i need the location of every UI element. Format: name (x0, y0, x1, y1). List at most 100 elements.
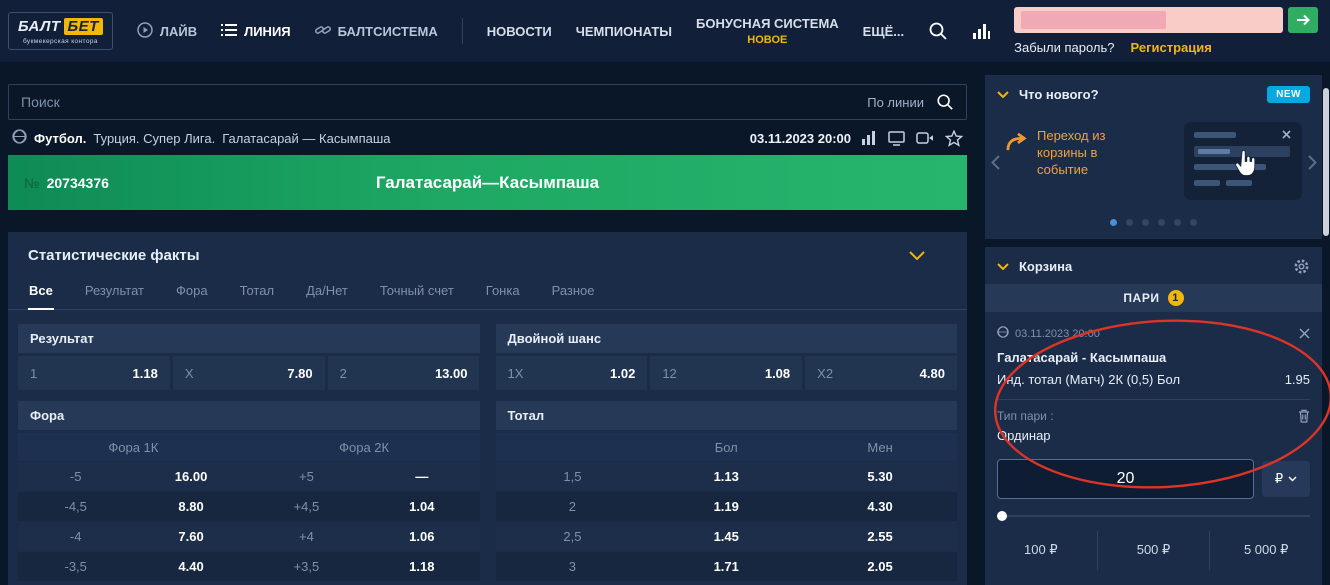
tab-total[interactable]: Тотал (239, 276, 276, 309)
menu-news[interactable]: НОВОСТИ (487, 24, 552, 39)
register-link[interactable]: Регистрация (1131, 40, 1212, 55)
handicap-cell[interactable]: -516.00 (18, 469, 249, 484)
search-submit-icon[interactable] (936, 93, 954, 111)
chevron-down-icon[interactable] (997, 91, 1009, 98)
handicap-cell[interactable]: +5— (249, 469, 480, 484)
nav-line[interactable]: ЛИНИЯ (221, 23, 291, 40)
tab-race[interactable]: Гонка (485, 276, 521, 309)
total-over-cell[interactable]: 1.19 (649, 499, 803, 514)
markets-panel: Статистические факты Все Результат Фора … (8, 232, 967, 585)
slider-handle[interactable] (997, 511, 1007, 521)
carousel-slide[interactable]: Переход из корзины в событие (1003, 118, 1304, 207)
nav-live[interactable]: ЛАЙВ (137, 22, 197, 41)
tab-handicap[interactable]: Фора (175, 276, 209, 309)
event-stats-icon[interactable] (862, 131, 877, 145)
total-over-cell[interactable]: 1.13 (649, 469, 803, 484)
carousel-dot[interactable] (1126, 219, 1133, 226)
carousel-dot[interactable] (1174, 219, 1181, 226)
event-banner: №20734376 Галатасарай—Касымпаша (8, 155, 967, 210)
baltbet-logo[interactable]: БАЛТ БЕТ букмекерская контора (8, 12, 113, 50)
gear-icon[interactable] (1293, 258, 1310, 275)
handicap-col2-header: Фора 2К (249, 440, 480, 455)
tab-yesno[interactable]: Да/Нет (305, 276, 349, 309)
odds-cell-2[interactable]: 213.00 (328, 356, 480, 390)
carousel-dot[interactable] (1110, 219, 1117, 226)
total-over-cell[interactable]: 1.71 (649, 559, 803, 574)
odds-cell-x[interactable]: X7.80 (173, 356, 325, 390)
carousel-dot[interactable] (1142, 219, 1149, 226)
total-over-cell[interactable]: 1.45 (649, 529, 803, 544)
quick-stake-500[interactable]: 500 ₽ (1097, 531, 1210, 570)
event-teams: Галатасарай — Касымпаша (222, 131, 390, 146)
close-icon[interactable] (1299, 328, 1310, 339)
whats-new-carousel: Переход из корзины в событие (985, 112, 1322, 219)
quick-stake-100[interactable]: 100 ₽ (985, 531, 1097, 570)
handicap-cell[interactable]: -4,58.80 (18, 499, 249, 514)
video-icon[interactable] (916, 131, 934, 145)
handicap-row: -3,54.40 +3,51.18 (18, 552, 480, 581)
chevron-down-icon[interactable] (997, 263, 1009, 270)
betslip-panel: Корзина ПАРИ 1 03.11.2023 20:00 Галатаса… (985, 247, 1322, 585)
monitor-icon[interactable] (888, 131, 905, 146)
chevron-down-icon[interactable] (909, 251, 925, 260)
main-column: По линии Футбол. Турция. Супер Лига. Гал… (0, 62, 975, 585)
stake-input[interactable] (997, 459, 1254, 499)
forgot-password-link[interactable]: Забыли пароль? (1014, 40, 1114, 55)
odds-cell-1x[interactable]: 1X1.02 (496, 356, 648, 390)
handicap-cell[interactable]: +41.06 (249, 529, 480, 544)
content: По линии Футбол. Турция. Супер Лига. Гал… (0, 62, 1330, 585)
search-mode-label[interactable]: По линии (867, 95, 924, 110)
total-row: 2,5 1.45 2.55 (496, 522, 958, 551)
total-under-cell[interactable]: 4.30 (803, 499, 957, 514)
stats-chart-icon[interactable] (972, 23, 990, 40)
quick-stake-5000[interactable]: 5 000 ₽ (1209, 531, 1322, 570)
carousel-next-icon[interactable] (1304, 155, 1320, 170)
list-icon (221, 23, 237, 40)
stats-facts-title: Статистические факты (28, 247, 200, 264)
search-input[interactable] (21, 94, 855, 110)
basket-title: Корзина (1019, 259, 1072, 274)
login-input[interactable] (1014, 7, 1283, 33)
tab-correct-score[interactable]: Точный счет (379, 276, 455, 309)
odds-cell-x2[interactable]: X24.80 (805, 356, 957, 390)
tab-result[interactable]: Результат (84, 276, 145, 309)
total-over-header: Бол (649, 440, 803, 455)
menu-bonus-system[interactable]: БОНУСНАЯ СИСТЕМА НОВОЕ (696, 16, 839, 46)
event-sport[interactable]: Футбол. (34, 131, 86, 146)
handicap-cell[interactable]: +4,51.04 (249, 499, 480, 514)
handicap-cell[interactable]: -3,54.40 (18, 559, 249, 574)
carousel-prev-icon[interactable] (987, 155, 1003, 170)
slide-title: Переход из корзины в событие (1037, 128, 1137, 179)
currency-select[interactable]: ₽ (1262, 461, 1310, 497)
handicap-cell[interactable]: +3,51.18 (249, 559, 480, 574)
handicap-cell[interactable]: -47.60 (18, 529, 249, 544)
total-under-cell[interactable]: 5.30 (803, 469, 957, 484)
menu-championships[interactable]: ЧЕМПИОНАТЫ (576, 24, 672, 39)
total-under-cell[interactable]: 2.05 (803, 559, 957, 574)
handicap-col1-header: Фора 1К (18, 440, 249, 455)
total-row: 3 1.71 2.05 (496, 552, 958, 581)
sidebar-scrollbar[interactable] (1323, 88, 1329, 236)
odds-cell-1[interactable]: 11.18 (18, 356, 170, 390)
total-under-cell[interactable]: 2.55 (803, 529, 957, 544)
nav-baltsystem[interactable]: БАЛТСИСТЕМА (315, 22, 438, 41)
handicap-row: -4,58.80 +4,51.04 (18, 492, 480, 521)
menu-more[interactable]: ЕЩЁ... (863, 24, 904, 39)
carousel-dot[interactable] (1190, 219, 1197, 226)
tab-misc[interactable]: Разное (551, 276, 596, 309)
tab-all[interactable]: Все (28, 276, 54, 310)
trash-icon[interactable] (1298, 409, 1310, 423)
tab-pari[interactable]: ПАРИ 1 (985, 284, 1322, 312)
odds-cell-12[interactable]: 121.08 (650, 356, 802, 390)
search-icon[interactable] (928, 21, 948, 41)
star-icon[interactable] (945, 130, 963, 147)
stake-slider[interactable] (997, 511, 1310, 521)
whats-new-panel: Что нового? NEW Переход из корзины в соб… (985, 75, 1322, 239)
login-autofill-highlight (1021, 11, 1166, 29)
carousel-dot[interactable] (1158, 219, 1165, 226)
baltbet-app: БАЛТ БЕТ букмекерская контора ЛАЙВ ЛИНИЯ… (0, 0, 1330, 585)
event-league[interactable]: Турция. Супер Лига. (93, 131, 215, 146)
login-submit-button[interactable] (1288, 7, 1318, 33)
event-number: 20734376 (47, 175, 109, 191)
whats-new-title: Что нового? (1019, 87, 1099, 102)
